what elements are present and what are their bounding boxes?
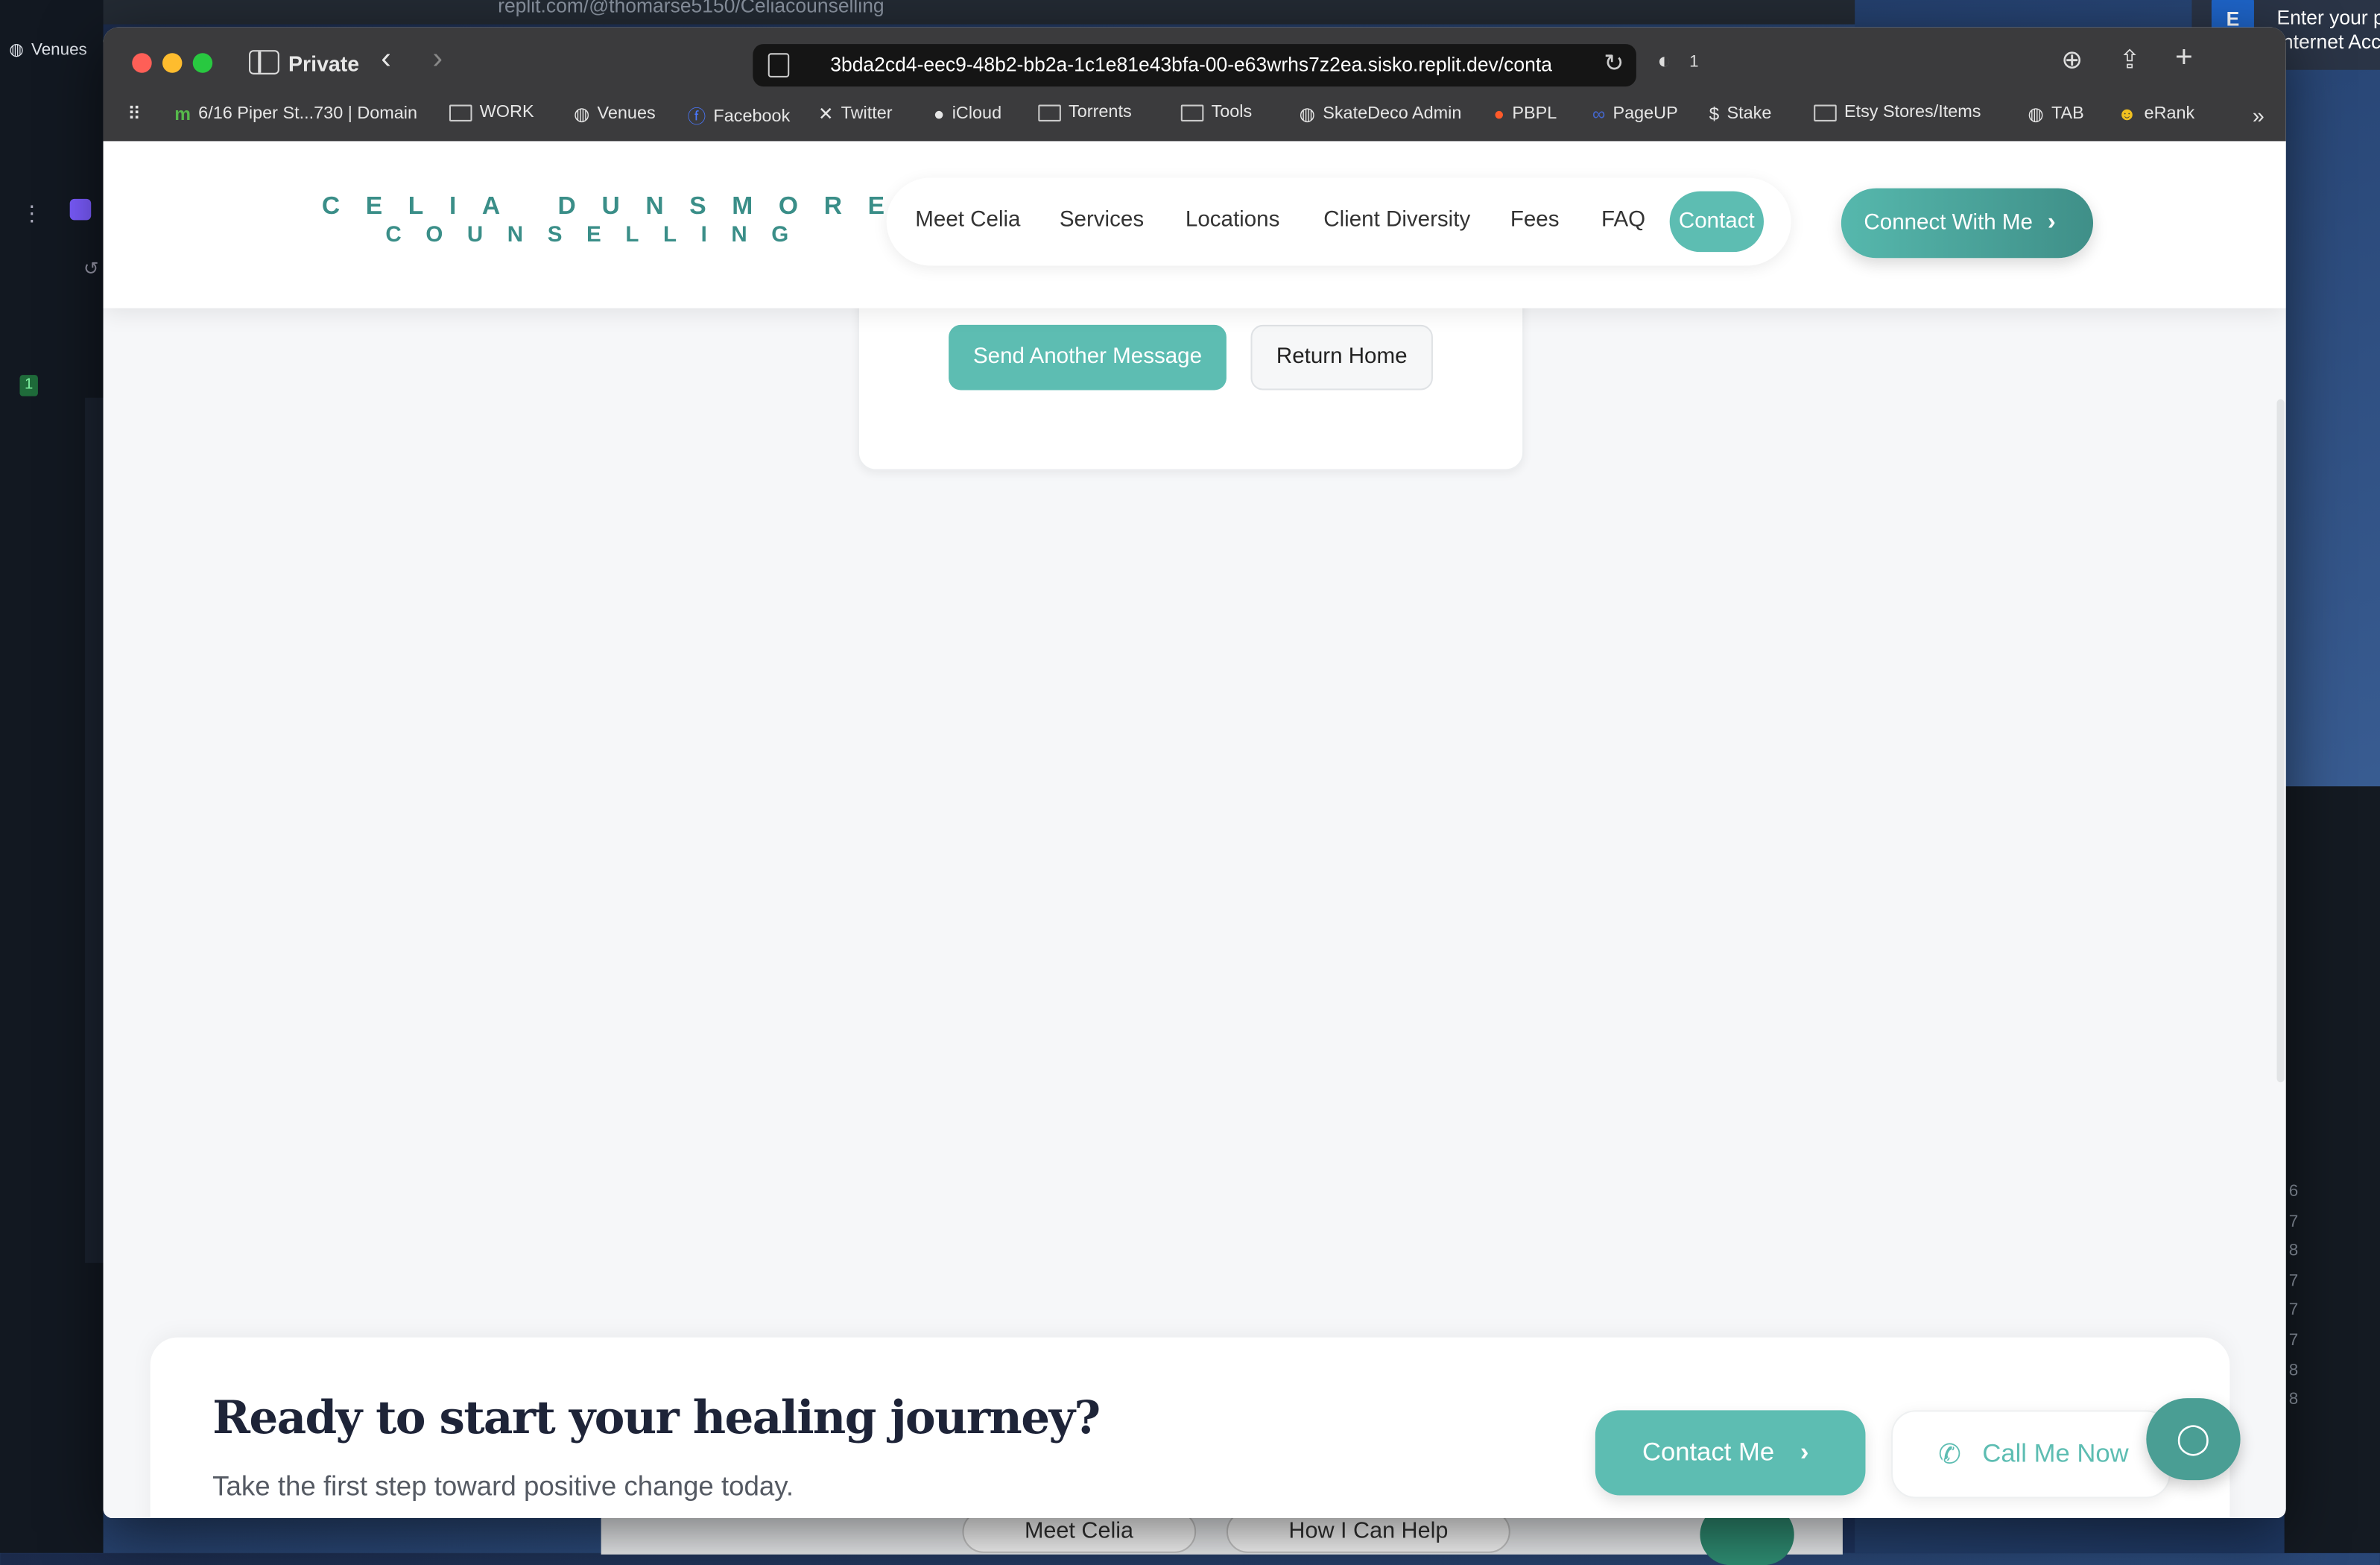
bookmark-torrents[interactable]: Torrents [1038,104,1131,121]
chat-bubble-button[interactable]: ◯ [2146,1398,2240,1480]
cta-section: Ready to start your healing journey? Tak… [151,1338,2230,1518]
history-icon[interactable]: ↺ [83,258,98,279]
chevron-right-icon: › [2048,189,2056,259]
main-nav: Meet Celia Services Locations Client Div… [887,177,1791,265]
globe-icon: ◍ [2028,104,2043,125]
background-app-sidebar: ◍Venues ⋮ ↺ 1 [0,0,104,1553]
background-tab-url: replit.com/@thomarse5150/Celiacounsellin… [498,0,884,16]
web-page: CELIA DUNSMORE COUNSELLING Meet Celia Se… [104,141,2286,1518]
logo-line-1[interactable]: CELIA DUNSMORE [322,193,911,222]
background-panel [85,398,103,1263]
minimize-window-button[interactable] [162,53,182,72]
notification-line-2: Internet Acc [2277,31,2380,54]
bookmark-domain[interactable]: m6/16 Piper St...730 | Domain [174,104,417,125]
background-window-titlebar: replit.com/@thomarse5150/Celiacounsellin… [104,0,1855,25]
nav-locations[interactable]: Locations [1186,208,1279,233]
cta-subtitle: Take the first step toward positive chan… [212,1471,794,1503]
notification-line-1: Enter your p [2277,6,2380,29]
folder-icon [1814,104,1837,121]
x-icon: ✕ [818,104,833,125]
forward-arrow-icon[interactable]: › [433,42,443,78]
bookmark-facebook[interactable]: ⓕFacebook [688,104,791,130]
bookmark-pbpl[interactable]: ●PBPL [1493,104,1557,125]
chat-icon: ◯ [2177,1423,2211,1456]
nav-services[interactable]: Services [1060,208,1144,233]
close-window-button[interactable] [132,53,151,72]
send-another-message-button[interactable]: Send Another Message [949,325,1227,391]
browser-window: Private ‹ › 3bda2cd4-eec9-48b2-bb2a-1c1e… [104,28,2286,1518]
bookmark-tools[interactable]: Tools [1181,104,1252,121]
call-me-now-label: Call Me Now [1982,1411,2128,1496]
logo-line-2[interactable]: COUNSELLING [385,223,812,247]
page-settings-icon[interactable] [768,53,790,78]
tab-overview-icon[interactable]: ⠿ [127,104,141,125]
cta-title: Ready to start your healing journey? [212,1392,1099,1445]
folder-icon [1038,104,1061,121]
site-header: CELIA DUNSMORE COUNSELLING Meet Celia Se… [104,141,2286,308]
folder-icon [1181,104,1204,121]
reload-icon[interactable]: ↻ [1604,48,1624,79]
bookmark-erank[interactable]: ☻eRank [2118,104,2195,125]
background-page-footer: Meet Celia How I Can Help [601,1515,1843,1555]
globe-icon: ◍ [9,39,24,59]
phone-icon: ✆ [1938,1411,1961,1496]
globe-icon: ◍ [1300,104,1315,125]
nav-faq[interactable]: FAQ [1601,208,1645,233]
tracker-count: 1 [1689,53,1698,71]
zoom-window-button[interactable] [193,53,212,72]
more-icon[interactable]: ⋮ [22,200,43,227]
bookmark-icloud[interactable]: ●iCloud [934,104,1001,125]
nav-client-diversity[interactable]: Client Diversity [1323,208,1470,233]
stake-icon: $ [1709,104,1720,125]
more-bookmarks-icon[interactable]: » [2253,104,2265,128]
apple-icon: ● [934,104,945,125]
bookmark-work[interactable]: WORK [449,104,534,121]
bookmark-pageup[interactable]: ∞PageUP [1592,104,1678,125]
browser-toolbar: Private ‹ › 3bda2cd4-eec9-48b2-bb2a-1c1e… [104,28,2286,142]
call-me-now-button[interactable]: ✆ Call Me Now [1891,1410,2171,1498]
bookmark-venues[interactable]: ◍Venues [574,104,656,125]
domain-icon: m [174,104,191,125]
globe-icon: ◍ [574,104,589,125]
bookmark-etsy[interactable]: Etsy Stores/Items [1814,104,1981,121]
line-numbers: 67 87 77 88 [2289,1178,2298,1416]
url-text[interactable]: 3bda2cd4-eec9-48b2-bb2a-1c1e81e43bfa-00-… [830,53,1592,76]
new-tab-icon[interactable]: + [2175,41,2193,76]
bookmark-tab[interactable]: ◍TAB [2028,104,2083,125]
background-editor-panel: 67 87 77 88 [2285,786,2380,1553]
connect-label: Connect With Me [1864,189,2033,259]
nav-contact[interactable]: Contact [1670,192,1764,252]
return-home-button[interactable]: Return Home [1250,325,1432,391]
scrollbar[interactable] [2277,399,2285,1083]
erank-icon: ☻ [2118,104,2137,125]
nav-meet-celia[interactable]: Meet Celia [915,208,1020,233]
address-bar[interactable]: 3bda2cd4-eec9-48b2-bb2a-1c1e81e43bfa-00-… [753,44,1636,86]
back-arrow-icon[interactable]: ‹ [381,42,391,78]
connect-with-me-button[interactable]: Connect With Me › [1841,189,2093,259]
chevron-right-icon: › [1800,1410,1809,1495]
share-icon[interactable]: ⇪ [2119,45,2141,76]
contact-me-label: Contact Me [1642,1410,1774,1495]
message-sent-card: Send Another Message Return Home [858,290,1524,470]
download-icon[interactable]: ⊕ [2061,45,2083,76]
bookmark-stake[interactable]: $Stake [1709,104,1772,125]
facebook-icon: ⓕ [688,104,706,130]
private-mode-label: Private [288,51,359,76]
folder-icon [449,104,472,121]
nav-fees[interactable]: Fees [1510,208,1560,233]
bookmark-skatedeco[interactable]: ◍SkateDeco Admin [1300,104,1462,125]
sidebar-toggle-icon[interactable] [249,50,279,75]
reddit-icon: ● [1493,104,1504,125]
badge-count: 1 [19,375,37,396]
bookmark-twitter[interactable]: ✕Twitter [818,104,893,125]
background-venues-tab[interactable]: ◍Venues [9,39,87,59]
replit-icon[interactable] [70,199,92,221]
privacy-shield-icon[interactable]: ◐ [1657,48,1671,75]
contact-me-button[interactable]: Contact Me › [1595,1410,1866,1495]
pageup-icon: ∞ [1592,104,1605,125]
